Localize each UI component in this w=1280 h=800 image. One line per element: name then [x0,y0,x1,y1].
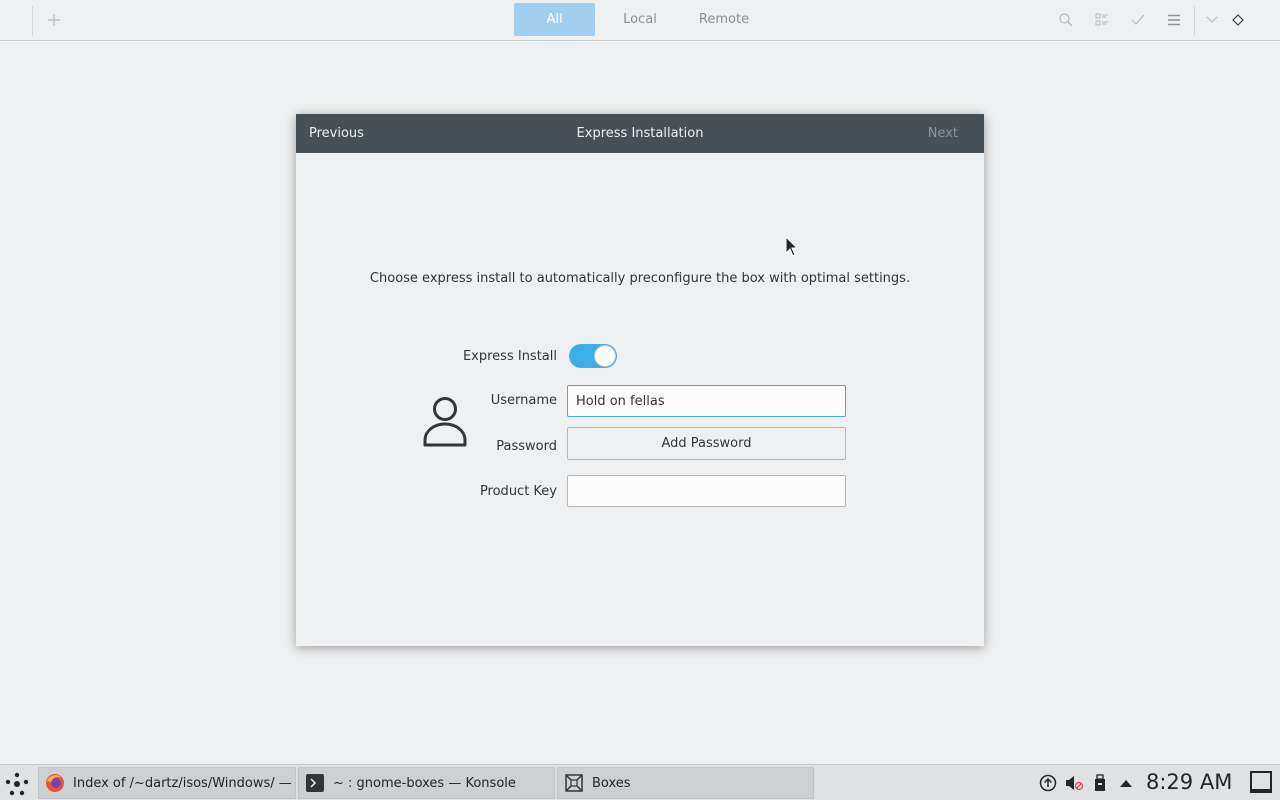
dialog-title: Express Installation [576,126,704,141]
add-password-button[interactable]: Add Password [567,427,846,460]
terminal-icon [305,773,325,793]
clock[interactable]: 8:29 AM [1146,770,1232,794]
taskbar: Index of /~dartz/isos/Windows/ — ... ~ :… [0,764,1280,800]
task-konsole[interactable]: ~ : gnome-boxes — Konsole [298,767,555,799]
tab-all[interactable]: All [514,3,595,36]
task-label: Index of /~dartz/isos/Windows/ — ... [73,775,295,791]
express-installation-dialog: Previous Express Installation Next Choos… [296,114,984,646]
select-check-icon[interactable] [1128,10,1148,30]
header-separator [32,6,33,36]
minimize-icon[interactable] [1202,10,1222,30]
intro-text: Choose express install to automatically … [369,271,911,286]
task-firefox[interactable]: Index of /~dartz/isos/Windows/ — ... [38,767,296,799]
task-boxes[interactable]: Boxes [557,767,814,799]
search-icon[interactable] [1056,10,1076,30]
usb-device-icon[interactable] [1090,773,1110,793]
tab-local[interactable]: Local [604,3,676,36]
boxes-icon [564,773,584,793]
product-key-label: Product Key [479,484,557,499]
show-desktop-icon[interactable] [1250,771,1272,793]
username-input[interactable] [567,385,846,417]
product-key-input[interactable] [567,475,846,507]
expand-tray-icon[interactable] [1116,773,1136,793]
list-view-icon[interactable] [1092,10,1112,30]
menu-icon[interactable] [1164,10,1184,30]
application-launcher-icon[interactable] [4,771,30,797]
task-label: Boxes [592,775,631,791]
express-install-label: Express Install [462,349,557,364]
password-label: Password [496,439,557,454]
maximize-icon[interactable] [1228,10,1248,30]
next-button[interactable]: Next [928,126,958,141]
updates-icon[interactable] [1038,773,1058,793]
header-separator [1194,6,1195,36]
firefox-icon [45,773,65,793]
username-label: Username [490,393,557,408]
volume-muted-icon[interactable] [1064,773,1084,793]
express-install-toggle[interactable] [569,344,617,368]
mouse-cursor-icon [785,236,799,257]
toggle-knob [594,345,616,367]
task-label: ~ : gnome-boxes — Konsole [333,775,516,791]
header-bar: All Local Remote [0,0,1280,41]
tab-remote[interactable]: Remote [686,3,762,36]
plus-icon[interactable] [44,10,64,30]
dialog-header: Previous Express Installation Next [296,114,984,153]
